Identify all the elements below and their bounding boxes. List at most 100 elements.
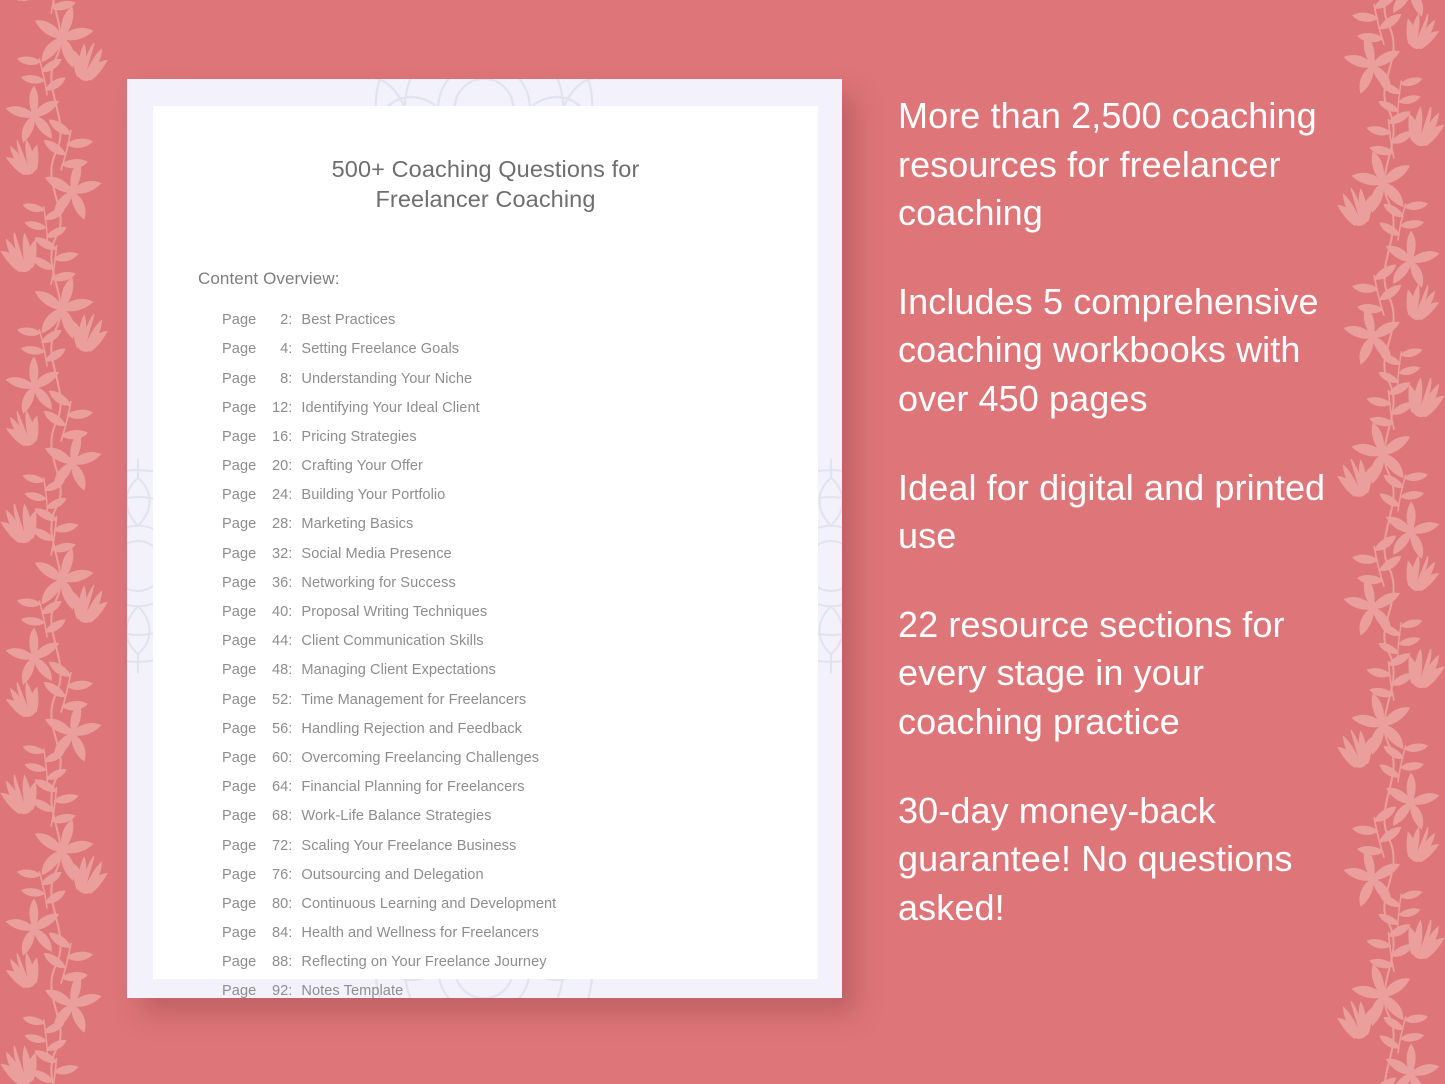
toc-entry-title: Pricing Strategies xyxy=(301,428,417,445)
table-of-contents-item: Page 64: Financial Planning for Freelancer… xyxy=(222,779,818,808)
toc-page-word: Page xyxy=(222,487,257,504)
toc-entry-title: Marketing Basics xyxy=(301,516,414,533)
toc-page-word: Page xyxy=(222,574,257,591)
toc-colon: : xyxy=(288,691,293,708)
toc-entry-title: Client Communication Skills xyxy=(301,633,484,650)
toc-entry-title: Identifying Your Ideal Client xyxy=(301,399,480,416)
toc-page-number: 52 xyxy=(271,691,289,708)
toc-colon: : xyxy=(288,837,293,854)
toc-colon: : xyxy=(288,458,293,475)
toc-page-word: Page xyxy=(222,516,257,533)
toc-entry-title: Proposal Writing Techniques xyxy=(301,604,488,621)
toc-colon: : xyxy=(288,808,293,825)
toc-page-word: Page xyxy=(222,399,257,416)
toc-page-number: 24 xyxy=(271,487,289,504)
table-of-contents-item: Page 20: Crafting Your Offer xyxy=(222,458,818,487)
toc-entry-title: Setting Freelance Goals xyxy=(301,341,460,358)
page-title: 500+ Coaching Questions for Freelancer C… xyxy=(153,106,818,214)
toc-page-number: 28 xyxy=(271,516,289,533)
toc-page-number: 84 xyxy=(271,925,289,942)
toc-entry-title: Managing Client Expectations xyxy=(301,662,496,679)
toc-page-number: 76 xyxy=(271,866,289,883)
toc-page-word: Page xyxy=(222,983,257,998)
toc-entry-title: Building Your Portfolio xyxy=(301,487,446,504)
toc-page-word: Page xyxy=(222,866,257,883)
toc-page-number: 2 xyxy=(280,312,289,329)
toc-entry-title: Reflecting on Your Freelance Journey xyxy=(301,954,547,971)
content-overview-label: Content Overview: xyxy=(198,269,340,289)
toc-entry-title: Understanding Your Niche xyxy=(301,370,473,387)
document-page: 500+ Coaching Questions for Freelancer C… xyxy=(153,106,818,998)
toc-colon: : xyxy=(288,574,293,591)
toc-page-number: 8 xyxy=(280,370,289,387)
table-of-contents-item: Page 88: Reflecting on Your Freelance Jour… xyxy=(222,954,818,983)
toc-entry-title: Best Practices xyxy=(301,312,396,329)
toc-page-number: 88 xyxy=(271,954,289,971)
toc-page-word: Page xyxy=(222,925,257,942)
toc-colon: : xyxy=(288,428,293,445)
toc-colon: : xyxy=(288,954,293,971)
toc-page-number: 80 xyxy=(271,895,289,912)
table-of-contents-item: Page 56: Handling Rejection and Feedback xyxy=(222,721,818,750)
table-of-contents-item: Page 68: Work-Life Balance Strategies xyxy=(222,808,818,837)
toc-page-number: 72 xyxy=(271,837,289,854)
toc-page-word: Page xyxy=(222,808,257,825)
table-of-contents-item: Page 40: Proposal Writing Techniques xyxy=(222,604,818,633)
toc-entry-title: Outsourcing and Delegation xyxy=(301,866,484,883)
toc-page-word: Page xyxy=(222,312,257,329)
table-of-contents-item: Page 84: Health and Wellness for Freelance… xyxy=(222,925,818,954)
toc-colon: : xyxy=(288,516,293,533)
toc-page-word: Page xyxy=(222,779,257,796)
table-of-contents-item: Page 32: Social Media Presence xyxy=(222,546,818,575)
table-of-contents-item: Page 44: Client Communication Skills xyxy=(222,633,818,662)
toc-colon: : xyxy=(288,779,293,796)
toc-page-number: 60 xyxy=(271,749,289,766)
table-of-contents-item: Page 24: Building Your Portfolio xyxy=(222,487,818,516)
toc-entry-title: Handling Rejection and Feedback xyxy=(301,720,523,737)
table-of-contents-item: Page 76: Outsourcing and Delegation xyxy=(222,867,818,896)
toc-page-number: 16 xyxy=(271,428,289,445)
toc-page-number: 4 xyxy=(280,341,289,358)
table-of-contents-item: Page 8: Understanding Your Niche xyxy=(222,371,818,400)
toc-page-word: Page xyxy=(222,545,257,562)
toc-page-number: 64 xyxy=(271,779,289,796)
toc-page-number: 12 xyxy=(271,399,289,416)
toc-entry-title: Notes Template xyxy=(301,983,404,998)
promo-paragraph: More than 2,500 coaching resources for f… xyxy=(898,95,1317,234)
promo-paragraph: Ideal for digital and printed use xyxy=(898,466,1326,557)
toc-page-word: Page xyxy=(222,604,257,621)
table-of-contents-item: Page 80: Continuous Learning and Developme… xyxy=(222,896,818,925)
toc-page-number: 56 xyxy=(271,720,289,737)
toc-page-word: Page xyxy=(222,662,257,679)
toc-page-word: Page xyxy=(222,458,257,475)
toc-page-number: 32 xyxy=(271,545,289,562)
toc-page-number: 20 xyxy=(271,458,289,475)
toc-entry-title: Work-Life Balance Strategies xyxy=(301,808,492,825)
table-of-contents-item: Page 12: Identifying Your Ideal Client xyxy=(222,400,818,429)
table-of-contents-item: Page 60: Overcoming Freelancing Challenges xyxy=(222,750,818,779)
toc-colon: : xyxy=(288,399,293,416)
toc-colon: : xyxy=(288,895,293,912)
toc-colon: : xyxy=(288,925,293,942)
toc-page-word: Page xyxy=(222,720,257,737)
table-of-contents-item: Page 16: Pricing Strategies xyxy=(222,429,818,458)
toc-entry-title: Health and Wellness for Freelancers xyxy=(301,925,539,942)
toc-colon: : xyxy=(288,487,293,504)
toc-entry-title: Continuous Learning and Development xyxy=(301,895,557,912)
table-of-contents-item: Page 72: Scaling Your Freelance Business xyxy=(222,838,818,867)
toc-colon: : xyxy=(288,312,293,329)
toc-page-number: 92 xyxy=(271,983,289,998)
table-of-contents-item: Page 92: Notes Template xyxy=(222,983,818,998)
toc-entry-title: Scaling Your Freelance Business xyxy=(301,837,517,854)
toc-colon: : xyxy=(288,370,293,387)
toc-page-word: Page xyxy=(222,837,257,854)
toc-page-word: Page xyxy=(222,749,257,766)
toc-colon: : xyxy=(288,633,293,650)
table-of-contents-item: Page 36: Networking for Success xyxy=(222,575,818,604)
toc-colon: : xyxy=(288,341,293,358)
toc-colon: : xyxy=(288,662,293,679)
toc-entry-title: Overcoming Freelancing Challenges xyxy=(301,749,540,766)
toc-page-word: Page xyxy=(222,954,257,971)
page-title-line-2: Freelancer Coaching xyxy=(375,186,596,213)
toc-entry-title: Time Management for Freelancers xyxy=(301,691,527,708)
